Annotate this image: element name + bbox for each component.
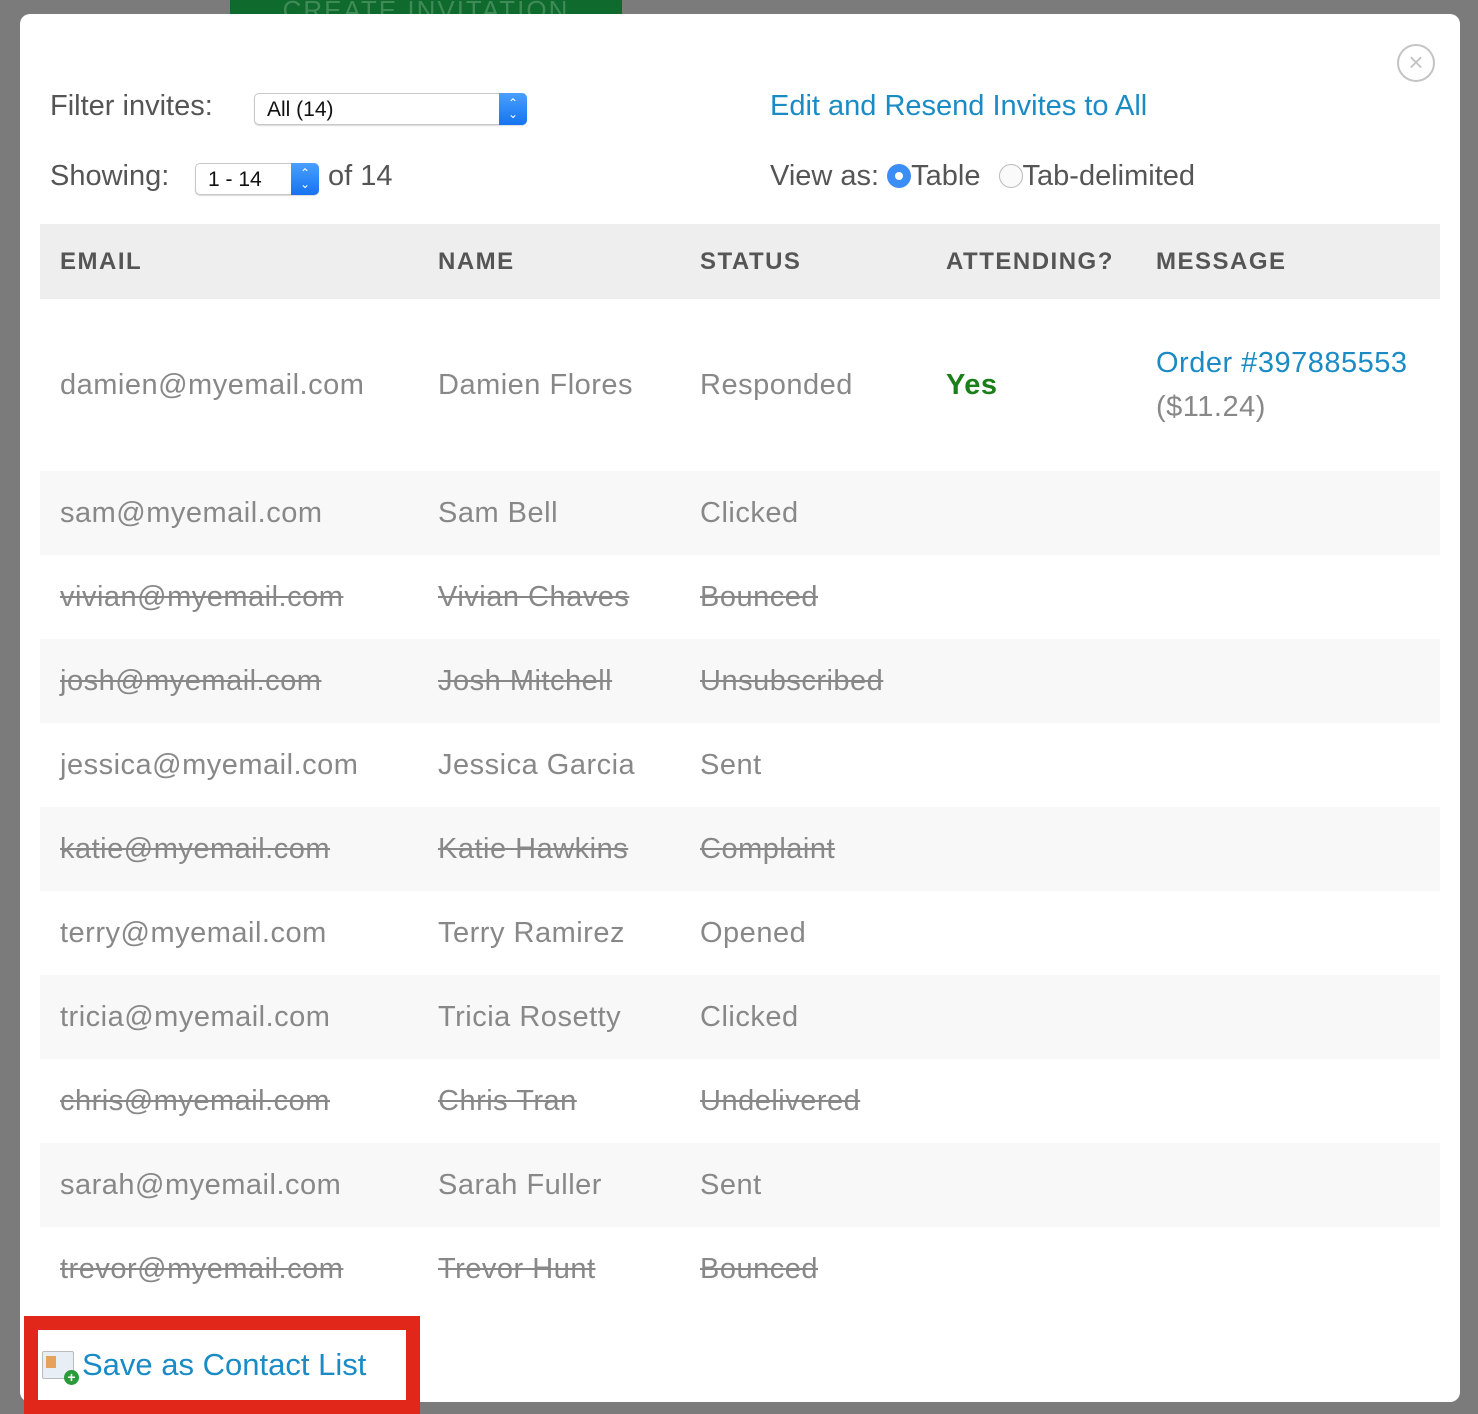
cell-email: sarah@myemail.com	[40, 1143, 418, 1227]
table-row: vivian@myemail.com Vivian Chaves Bounced	[40, 555, 1440, 639]
cell-attending	[926, 723, 1136, 807]
view-as-label: View as:	[770, 160, 880, 192]
cell-email: damien@myemail.com	[60, 368, 365, 401]
cell-status: Complaint	[680, 807, 926, 891]
option-label: Tab-delimited	[1022, 160, 1196, 192]
cell-status: Bounced	[700, 1252, 818, 1285]
table-header: EMAIL NAME STATUS ATTENDING? MESSAGE	[40, 224, 1440, 299]
order-amount: ($11.24)	[1156, 391, 1266, 423]
cell-status: Undelivered	[700, 1084, 861, 1117]
cell-attending	[926, 471, 1136, 555]
table-row: chris@myemail.com Chris Tran Undelivered	[40, 1059, 1440, 1143]
header-status: STATUS	[680, 224, 926, 299]
cell-attending	[926, 1059, 1136, 1143]
header-attending: ATTENDING?	[926, 224, 1136, 299]
cell-status: Unsubscribed	[680, 639, 926, 723]
filter-select[interactable]: All (14) ⌃ ⌄	[254, 93, 527, 125]
header-message: MESSAGE	[1136, 224, 1440, 299]
cell-status: Clicked	[680, 471, 926, 555]
cell-attending	[926, 555, 1136, 639]
invites-modal: × Filter invites: All (14) ⌃ ⌄ Showing: 1…	[20, 14, 1460, 1414]
cell-email: jessica@myemail.com	[60, 748, 359, 781]
cell-name: Damien Flores	[438, 368, 634, 401]
cell-message	[1136, 471, 1440, 555]
edit-resend-link[interactable]: Edit and Resend Invites to All	[770, 90, 1147, 123]
cell-name: Sarah Fuller	[418, 1143, 680, 1227]
cell-attending	[926, 639, 1136, 723]
option-label: Table	[911, 160, 981, 192]
cell-name: Vivian Chaves	[438, 580, 630, 613]
showing-total: of 14	[328, 160, 393, 192]
cell-email: chris@myemail.com	[60, 1084, 330, 1117]
cell-email: trevor@myemail.com	[60, 1252, 344, 1285]
table-row: sam@myemail.com Sam Bell Clicked	[40, 471, 1440, 555]
cell-email: sam@myemail.com	[40, 471, 418, 555]
save-contact-list-button[interactable]: Save as Contact List	[24, 1316, 420, 1414]
cell-attending: Yes	[946, 368, 998, 401]
cell-message	[1136, 555, 1440, 639]
header-name: NAME	[418, 224, 680, 299]
cell-attending	[926, 1143, 1136, 1227]
cell-email: josh@myemail.com	[40, 639, 418, 723]
cell-status: Bounced	[700, 580, 818, 613]
cell-name: Jessica Garcia	[438, 748, 636, 781]
view-as-group: View as: Table Tab-delimited	[770, 160, 1195, 193]
cell-message	[1136, 807, 1440, 891]
select-arrows-icon: ⌃ ⌄	[291, 163, 319, 195]
table-row: sarah@myemail.com Sarah Fuller Sent	[40, 1143, 1440, 1227]
filter-label: Filter invites:	[50, 90, 213, 122]
cell-name: Sam Bell	[418, 471, 680, 555]
cell-email: vivian@myemail.com	[60, 580, 344, 613]
cell-name: Katie Hawkins	[418, 807, 680, 891]
table-row: terry@myemail.com Terry Ramirez Opened	[40, 891, 1440, 975]
filter-value: All (14)	[267, 98, 334, 121]
cell-name: Josh Mitchell	[418, 639, 680, 723]
cell-attending	[926, 891, 1136, 975]
cell-status: Sent	[700, 748, 762, 781]
cell-attending	[926, 807, 1136, 891]
cell-attending	[926, 1227, 1136, 1311]
select-arrows-icon: ⌃ ⌄	[499, 93, 527, 125]
save-contact-list-label: Save as Contact List	[82, 1347, 367, 1382]
table-row: katie@myemail.com Katie Hawkins Complaint	[40, 807, 1440, 891]
cell-status: Responded	[700, 368, 853, 401]
table-row: jessica@myemail.com Jessica Garcia Sent	[40, 723, 1440, 807]
contact-card-add-icon	[42, 1351, 79, 1385]
cell-message	[1136, 1059, 1440, 1143]
cell-name: Terry Ramirez	[438, 916, 625, 949]
cell-message	[1136, 975, 1440, 1059]
showing-value: 1 - 14	[208, 168, 262, 191]
radio-selected-icon[interactable]	[887, 164, 912, 188]
view-as-table-option[interactable]: Table	[887, 160, 980, 192]
cell-attending	[926, 975, 1136, 1059]
cell-message	[1136, 1143, 1440, 1227]
cell-message	[1136, 891, 1440, 975]
cell-status: Opened	[700, 916, 807, 949]
view-as-tab-delimited-option[interactable]: Tab-delimited	[998, 160, 1196, 192]
cell-status: Clicked	[680, 975, 926, 1059]
header-email: EMAIL	[40, 224, 418, 299]
table-row: josh@myemail.com Josh Mitchell Unsubscribe…	[40, 639, 1440, 723]
table-row: damien@myemail.com Damien Flores Responded…	[40, 299, 1440, 471]
cell-email: katie@myemail.com	[40, 807, 418, 891]
create-invitation-button-background: CREATE INVITATION	[230, 0, 622, 14]
cell-name: Chris Tran	[438, 1084, 577, 1117]
invites-table: EMAIL NAME STATUS ATTENDING? MESSAGE dam…	[40, 224, 1440, 1311]
cell-message	[1136, 639, 1440, 723]
showing-select[interactable]: 1 - 14 ⌃ ⌄	[195, 163, 319, 195]
table-row: tricia@myemail.com Tricia Rosetty Clicked	[40, 975, 1440, 1059]
cell-message	[1136, 1227, 1440, 1311]
order-link[interactable]: Order #397885553	[1156, 347, 1407, 379]
cell-message: Order #397885553 ($11.24)	[1136, 299, 1440, 471]
close-icon[interactable]: ×	[1397, 44, 1435, 82]
cell-email: terry@myemail.com	[60, 916, 327, 949]
table-row: trevor@myemail.com Trevor Hunt Bounced	[40, 1227, 1440, 1311]
cell-email: tricia@myemail.com	[40, 975, 418, 1059]
cell-name: Tricia Rosetty	[418, 975, 680, 1059]
cell-name: Trevor Hunt	[438, 1252, 596, 1285]
showing-label: Showing:	[50, 160, 170, 192]
cell-message	[1136, 723, 1440, 807]
cell-status: Sent	[680, 1143, 926, 1227]
radio-unselected-icon[interactable]	[998, 164, 1023, 188]
